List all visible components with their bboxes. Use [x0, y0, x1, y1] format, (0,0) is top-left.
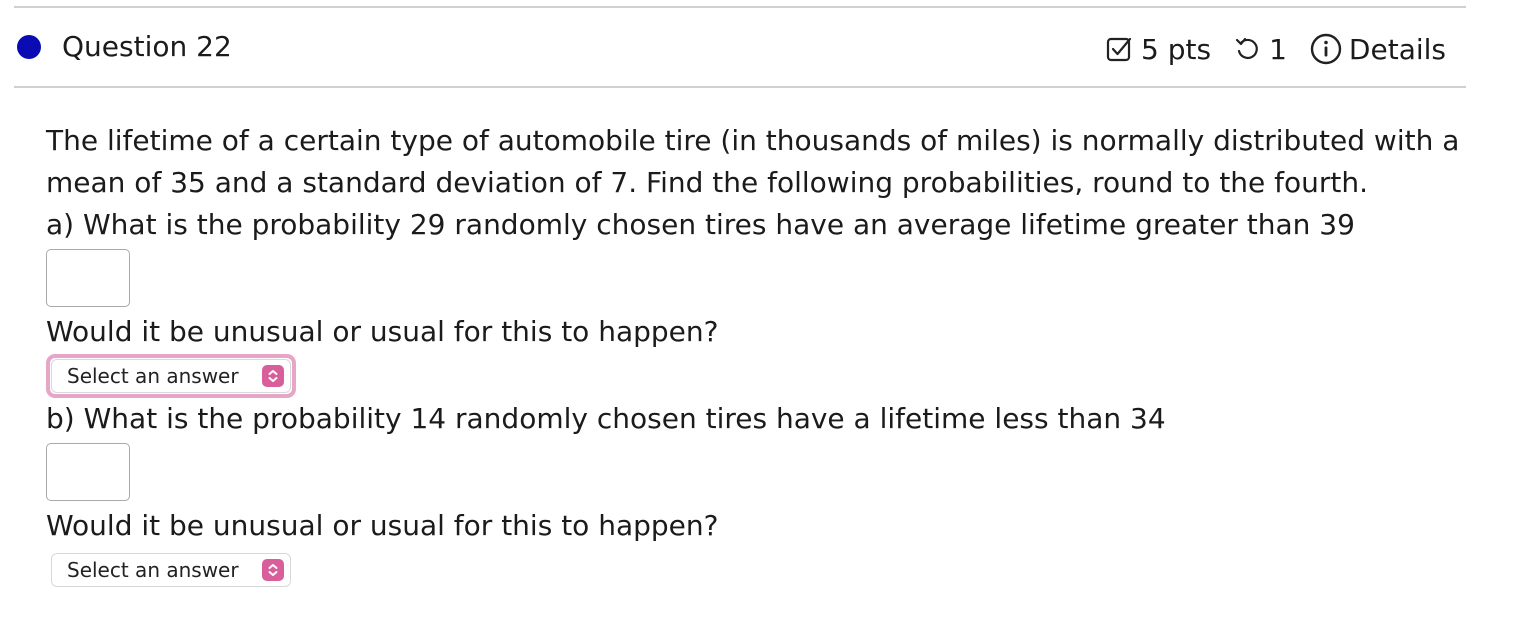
- question-title: Question 22: [62, 30, 232, 63]
- chevron-updown-icon: [262, 365, 284, 387]
- edit-checkbox-icon: [1105, 34, 1135, 64]
- question-meta: 5 pts 1 Details: [1105, 31, 1446, 67]
- part-a-select[interactable]: Select an answer: [51, 359, 291, 393]
- question-line-2: mean of 35 and a standard deviation of 7…: [46, 166, 1369, 199]
- part-a-answer-input[interactable]: [46, 249, 130, 307]
- question-status-dot: [17, 35, 41, 59]
- part-a-followup: Would it be unusual or usual for this to…: [46, 315, 719, 348]
- retry-icon: [1233, 34, 1263, 64]
- part-b-followup: Would it be unusual or usual for this to…: [46, 509, 719, 542]
- details-link[interactable]: Details: [1349, 33, 1446, 66]
- part-b-select[interactable]: Select an answer: [51, 553, 291, 587]
- question-text: The lifetime of a certain type of automo…: [46, 120, 1466, 246]
- part-b-prompt: b) What is the probability 14 randomly c…: [46, 402, 1166, 435]
- question-header: Question 22 5 pts 1 Details: [0, 8, 1516, 86]
- chevron-updown-icon: [262, 559, 284, 581]
- part-b-answer-input[interactable]: [46, 443, 130, 501]
- info-icon[interactable]: [1309, 32, 1343, 66]
- part-b-select-value: Select an answer: [67, 558, 239, 582]
- question-line-1: The lifetime of a certain type of automo…: [46, 124, 1460, 157]
- header-divider: [14, 86, 1466, 88]
- attempts-count: 1: [1269, 32, 1287, 66]
- part-a-select-value: Select an answer: [67, 364, 239, 388]
- part-a-prompt: a) What is the probability 29 randomly c…: [46, 208, 1355, 241]
- points-label: 5 pts: [1141, 32, 1212, 66]
